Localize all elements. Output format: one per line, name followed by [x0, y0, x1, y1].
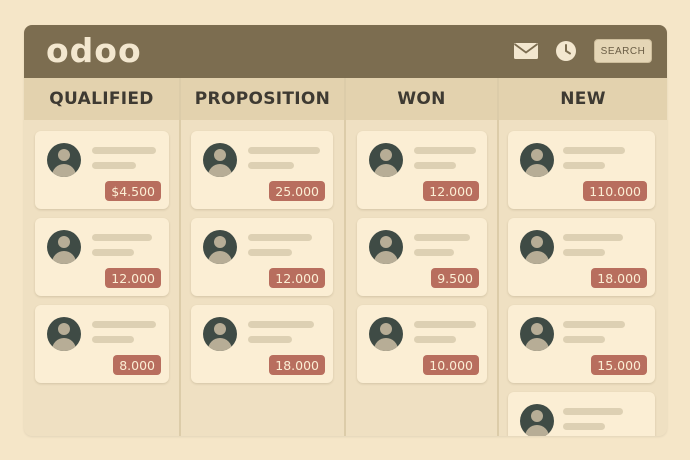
amount-badge: 18.000	[591, 268, 647, 288]
avatar-icon	[203, 230, 237, 264]
kanban-column-proposition: PROPOSITION 25.000 12.000 18.000	[181, 78, 344, 436]
amount-badge: 12.000	[269, 268, 325, 288]
avatar-icon	[203, 317, 237, 351]
avatar-icon	[520, 404, 554, 436]
placeholder-line	[92, 249, 134, 256]
kanban-board: QUALIFIED $4.500 12.000 8.000 PROPOSITIO…	[24, 78, 667, 436]
placeholder-line	[563, 408, 623, 415]
placeholder-line	[563, 162, 605, 169]
placeholder-line	[414, 321, 476, 328]
placeholder-line	[92, 234, 152, 241]
placeholder-line	[248, 249, 292, 256]
placeholder-line	[563, 321, 625, 328]
avatar-icon	[47, 317, 81, 351]
placeholder-line	[563, 249, 605, 256]
opportunity-card[interactable]: 12.000	[191, 218, 333, 296]
placeholder-line	[414, 162, 456, 169]
placeholder-line	[92, 162, 136, 169]
opportunity-card[interactable]: 25.000	[191, 131, 333, 209]
crm-app-window: odoo SEARCH QUALIFIED $4.500 12.000 8.00…	[24, 25, 667, 436]
amount-badge: 25.000	[269, 181, 325, 201]
odoo-logo[interactable]: odoo	[46, 31, 142, 70]
opportunity-card[interactable]: 110.000	[508, 131, 655, 209]
placeholder-line	[248, 321, 314, 328]
placeholder-line	[563, 147, 625, 154]
placeholder-line	[563, 423, 605, 430]
amount-badge: 110.000	[583, 181, 647, 201]
placeholder-line	[248, 162, 294, 169]
placeholder-line	[248, 147, 320, 154]
column-header-proposition[interactable]: PROPOSITION	[181, 78, 344, 120]
placeholder-line	[92, 321, 156, 328]
avatar-icon	[520, 317, 554, 351]
avatar-icon	[520, 230, 554, 264]
opportunity-card[interactable]: 8.000	[35, 305, 169, 383]
placeholder-line	[248, 336, 292, 343]
amount-badge: 12.000	[423, 181, 479, 201]
opportunity-card[interactable]: 9.500	[357, 218, 487, 296]
column-header-won[interactable]: WON	[346, 78, 497, 120]
opportunity-card[interactable]: 15.000	[508, 305, 655, 383]
opportunity-card[interactable]: $4.500	[35, 131, 169, 209]
opportunity-card[interactable]: 12.000	[35, 218, 169, 296]
kanban-column-new: NEW 110.000 18.000 15.000	[499, 78, 667, 436]
placeholder-line	[248, 234, 312, 241]
avatar-icon	[203, 143, 237, 177]
placeholder-line	[563, 336, 605, 343]
placeholder-line	[414, 336, 456, 343]
placeholder-line	[414, 147, 476, 154]
avatar-icon	[369, 143, 403, 177]
opportunity-card[interactable]: 10.000	[357, 305, 487, 383]
placeholder-line	[92, 147, 156, 154]
avatar-icon	[520, 143, 554, 177]
column-header-qualified[interactable]: QUALIFIED	[24, 78, 179, 120]
search-button[interactable]: SEARCH	[594, 39, 652, 63]
column-header-new[interactable]: NEW	[499, 78, 667, 120]
amount-badge: $4.500	[105, 181, 161, 201]
placeholder-line	[414, 234, 470, 241]
avatar-icon	[369, 230, 403, 264]
kanban-column-won: WON 12.000 9.500 10.000	[346, 78, 497, 436]
placeholder-line	[414, 249, 454, 256]
top-bar: odoo SEARCH	[24, 25, 667, 78]
placeholder-line	[92, 336, 134, 343]
avatar-icon	[47, 230, 81, 264]
avatar-icon	[47, 143, 81, 177]
amount-badge: 9.500	[431, 268, 479, 288]
amount-badge: 18.000	[269, 355, 325, 375]
opportunity-card[interactable]	[508, 392, 655, 436]
opportunity-card[interactable]: 12.000	[357, 131, 487, 209]
opportunity-card[interactable]: 18.000	[508, 218, 655, 296]
amount-badge: 15.000	[591, 355, 647, 375]
clock-icon[interactable]	[555, 40, 577, 62]
amount-badge: 8.000	[113, 355, 161, 375]
mail-icon[interactable]	[513, 42, 539, 60]
placeholder-line	[563, 234, 623, 241]
amount-badge: 10.000	[423, 355, 479, 375]
kanban-column-qualified: QUALIFIED $4.500 12.000 8.000	[24, 78, 179, 436]
avatar-icon	[369, 317, 403, 351]
amount-badge: 12.000	[105, 268, 161, 288]
opportunity-card[interactable]: 18.000	[191, 305, 333, 383]
